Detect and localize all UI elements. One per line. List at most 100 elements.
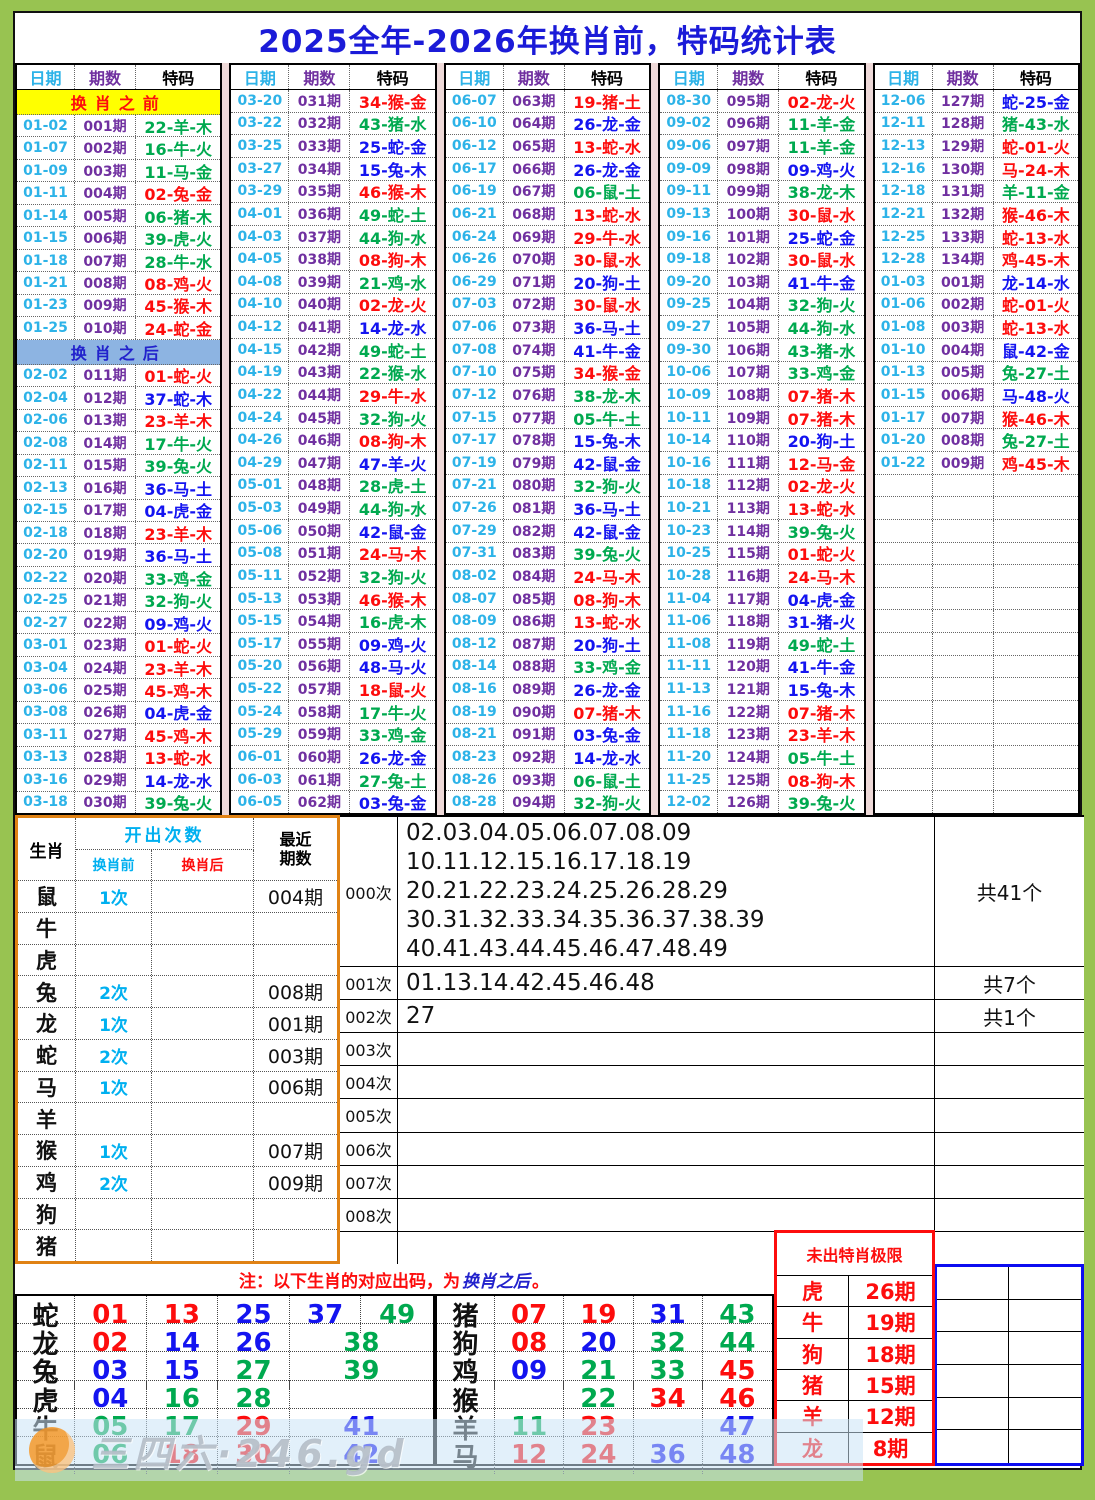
draw-period-cell [933, 520, 994, 542]
limit-period-cell: 19期 [849, 1307, 932, 1337]
draw-date-cell: 02-20 [17, 544, 75, 565]
draw-period-cell: 022期 [75, 612, 136, 633]
mapping-number-cell: 24 [564, 1437, 633, 1474]
draw-row: 12-16130期马-24-木 [875, 158, 1078, 181]
draw-date-cell: 04-01 [231, 203, 289, 225]
limit-zodiac-cell: 猪 [777, 1370, 849, 1400]
draw-code-cell [994, 475, 1078, 497]
draw-period-cell: 125期 [718, 769, 779, 791]
draw-code-cell: 27-兔-土 [350, 769, 434, 791]
draw-code-cell: 44-狗-水 [779, 316, 863, 338]
draw-date-cell: 10-25 [660, 543, 718, 565]
draw-row: 04-05038期08-狗-木 [231, 248, 434, 271]
draw-row: 08-02084期24-马-木 [446, 565, 649, 588]
draw-row: 11-25125期08-狗-木 [660, 769, 863, 792]
stats-after-count-cell [152, 976, 254, 1007]
draw-period-cell: 025期 [75, 679, 136, 700]
frequency-numbers-line: 01.13.14.42.45.46.48 [406, 969, 934, 998]
draw-date-cell: 03-25 [231, 135, 289, 157]
draw-code-cell: 41-牛-金 [779, 271, 863, 293]
draw-period-cell: 027期 [75, 724, 136, 745]
note-highlight: 换肖之后 [462, 1267, 530, 1292]
draw-code-cell: 49-蛇-土 [350, 339, 434, 361]
statistics-sheet: 2025全年-2026年换肖前，特码统计表 日期期数特码换肖之前01-02001… [13, 11, 1082, 1470]
draw-period-cell: 079期 [504, 452, 565, 474]
stats-after-count-cell [152, 945, 254, 976]
draw-period-cell: 002期 [75, 137, 136, 158]
draw-code-cell [994, 633, 1078, 655]
draw-code-cell: 20-狗-土 [779, 429, 863, 451]
frequency-numbers-cell: 01.13.14.42.45.46.48 [398, 967, 934, 999]
draw-period-cell: 070期 [504, 248, 565, 270]
draw-code-cell: 33-鸡-金 [136, 567, 220, 588]
stats-zodiac-cell: 猪 [18, 1230, 76, 1261]
draw-date-cell: 07-29 [446, 520, 504, 542]
mapping-number-cell: 42 [290, 1437, 433, 1474]
draw-row: 11-16122期07-猪-木 [660, 701, 863, 724]
draw-date-cell: 03-29 [231, 181, 289, 203]
draw-code-cell: 11-羊-金 [779, 135, 863, 157]
draw-period-cell: 056期 [289, 656, 350, 678]
draw-code-cell: 02-龙-火 [779, 90, 863, 112]
draw-date-cell: 12-06 [875, 90, 933, 112]
draw-code-cell: 20-狗-土 [565, 271, 649, 293]
draw-date-cell [875, 633, 933, 655]
draw-row: 01-06002期蛇-01-火 [875, 294, 1078, 317]
mapping-number-cell: 12 [495, 1437, 564, 1474]
header-date-label: 日期 [875, 65, 933, 89]
frequency-numbers-line: 02.03.04.05.06.07.08.09 [406, 819, 934, 848]
draw-period-cell: 090期 [504, 701, 565, 723]
draw-period-cell: 131期 [933, 181, 994, 203]
draw-code-cell: 38-龙-木 [565, 384, 649, 406]
draw-row: 01-02001期22-羊-木 [17, 115, 220, 137]
draw-row: 01-17007期猴-46-木 [875, 407, 1078, 430]
draw-code-cell: 41-牛-金 [565, 339, 649, 361]
draw-code-cell: 13-蛇-水 [779, 497, 863, 519]
draw-period-cell: 009期 [933, 452, 994, 474]
draw-code-cell: 蛇-01-火 [994, 135, 1078, 157]
draw-row: 03-04024期23-羊-木 [17, 657, 220, 679]
header-code-label: 特码 [565, 65, 649, 89]
draw-period-cell: 009期 [75, 295, 136, 316]
draw-date-cell: 06-12 [446, 135, 504, 157]
draw-code-cell: 13-蛇-水 [565, 203, 649, 225]
draw-date-cell: 08-21 [446, 724, 504, 746]
draw-date-cell: 02-27 [17, 612, 75, 633]
draw-row: 03-20031期34-猴-金 [231, 90, 434, 113]
draw-code-cell: 26-龙-金 [565, 113, 649, 135]
draw-row: 02-27022期09-鸡-火 [17, 612, 220, 634]
draw-period-cell: 115期 [718, 543, 779, 565]
stats-before-count-cell: 2次 [76, 1040, 152, 1071]
draw-code-cell: 29-牛-水 [565, 226, 649, 248]
draw-period-cell: 030期 [75, 792, 136, 813]
empty-grid-cell [1009, 1430, 1081, 1463]
stats-header-recent: 最近 期数 [254, 818, 337, 880]
draw-code-cell [994, 520, 1078, 542]
frequency-row: 008次 [340, 1199, 1084, 1232]
draw-period-cell: 077期 [504, 407, 565, 429]
draw-period-cell: 021期 [75, 589, 136, 610]
draw-code-cell: 03-兔-金 [565, 724, 649, 746]
limit-row: 龙8期 [777, 1433, 932, 1463]
note-prefix: 注：以下生肖的对应出码，为 [239, 1267, 460, 1292]
frequency-numbers-line: 30.31.32.33.34.35.36.37.38.39 [406, 906, 934, 935]
draw-date-cell: 08-16 [446, 678, 504, 700]
draw-row: 06-12065期13-蛇-水 [446, 135, 649, 158]
draw-row: 01-15006期马-48-火 [875, 384, 1078, 407]
draw-period-cell: 096期 [718, 113, 779, 135]
draw-code-cell: 16-牛-火 [136, 137, 220, 158]
draw-row: 03-25033期25-蛇-金 [231, 135, 434, 158]
draw-row: 04-15042期49-蛇-土 [231, 339, 434, 362]
draw-row: 01-07002期16-牛-火 [17, 137, 220, 159]
draw-period-cell: 121期 [718, 678, 779, 700]
frequency-label-cell: 002次 [340, 1000, 398, 1032]
stats-recent-period-cell [254, 945, 337, 976]
draw-period-cell: 089期 [504, 678, 565, 700]
stats-row: 虎 [18, 945, 337, 977]
draw-date-cell: 02-04 [17, 387, 75, 408]
frequency-total-cell: 共41个 [934, 817, 1084, 966]
stats-recent-period-cell [254, 1199, 337, 1230]
draw-date-cell [875, 769, 933, 791]
draw-date-cell: 02-06 [17, 410, 75, 431]
draw-row: 07-21080期32-狗-火 [446, 475, 649, 498]
